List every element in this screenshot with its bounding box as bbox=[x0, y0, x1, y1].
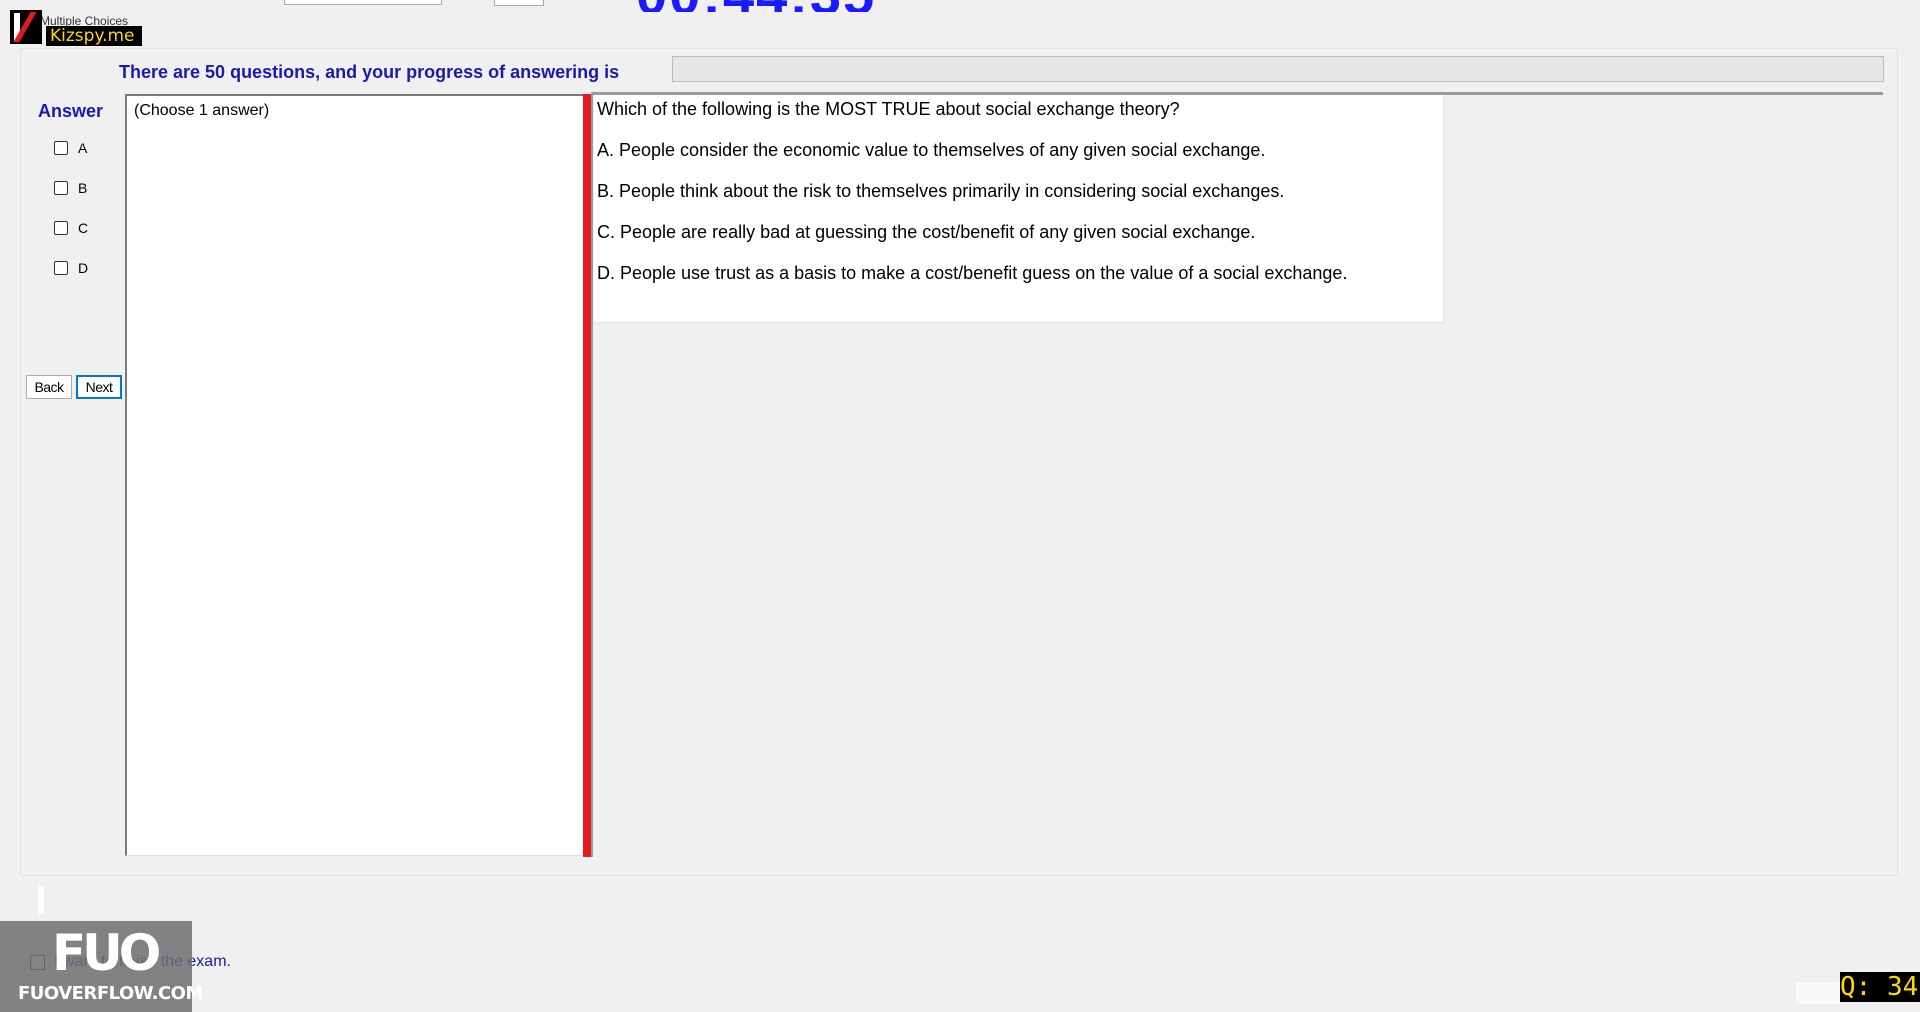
answer-title: Answer bbox=[38, 101, 104, 121]
choose-pane bbox=[125, 94, 585, 856]
option-label-b: B bbox=[78, 180, 88, 196]
answer-option-b[interactable]: B bbox=[54, 179, 114, 199]
option-label-c: C bbox=[78, 220, 89, 236]
answer-text-d: D. People use trust as a basis to make a… bbox=[597, 263, 1348, 283]
kizspy-label: Kizspy.me bbox=[46, 26, 142, 46]
counter-background bbox=[1796, 982, 1840, 1004]
status-mark bbox=[38, 886, 44, 914]
progress-bar bbox=[672, 56, 1884, 82]
choose-note: (Choose 1 answer) bbox=[134, 102, 270, 119]
progress-label: There are 50 questions, and your progres… bbox=[119, 62, 620, 82]
top-combo-box[interactable] bbox=[284, 0, 442, 5]
question-text: Which of the following is the MOST TRUE … bbox=[597, 99, 1180, 119]
option-label-d: D bbox=[78, 260, 89, 276]
fuo-site-label: FUOVERFLOW.COM bbox=[18, 983, 203, 1004]
top-small-control[interactable] bbox=[494, 0, 544, 6]
answer-text-c: C. People are really bad at guessing the… bbox=[597, 222, 1256, 242]
fuo-watermark: FUO FUOVERFLOW.COM bbox=[0, 921, 203, 1012]
answer-text-b: B. People think about the risk to themse… bbox=[597, 181, 1285, 201]
checkbox-d[interactable] bbox=[54, 261, 68, 275]
pane-splitter[interactable] bbox=[583, 94, 591, 857]
exam-timer: 00:44:35 bbox=[636, 0, 876, 12]
option-label-a: A bbox=[78, 140, 88, 156]
kizspy-logo-icon bbox=[10, 10, 42, 44]
question-box bbox=[594, 95, 1444, 323]
answer-option-c[interactable]: C bbox=[54, 219, 114, 239]
checkbox-b[interactable] bbox=[54, 181, 68, 195]
next-button[interactable]: Next bbox=[76, 375, 122, 399]
answer-option-d[interactable]: D bbox=[54, 259, 114, 279]
checkbox-c[interactable] bbox=[54, 221, 68, 235]
answer-text-a: A. People consider the economic value to… bbox=[597, 140, 1266, 160]
fuo-logo: FUO bbox=[52, 924, 161, 982]
back-button[interactable]: Back bbox=[26, 375, 72, 399]
checkbox-a[interactable] bbox=[54, 141, 68, 155]
answer-option-a[interactable]: A bbox=[54, 139, 114, 159]
question-counter: Q: 34 bbox=[1840, 972, 1920, 1002]
